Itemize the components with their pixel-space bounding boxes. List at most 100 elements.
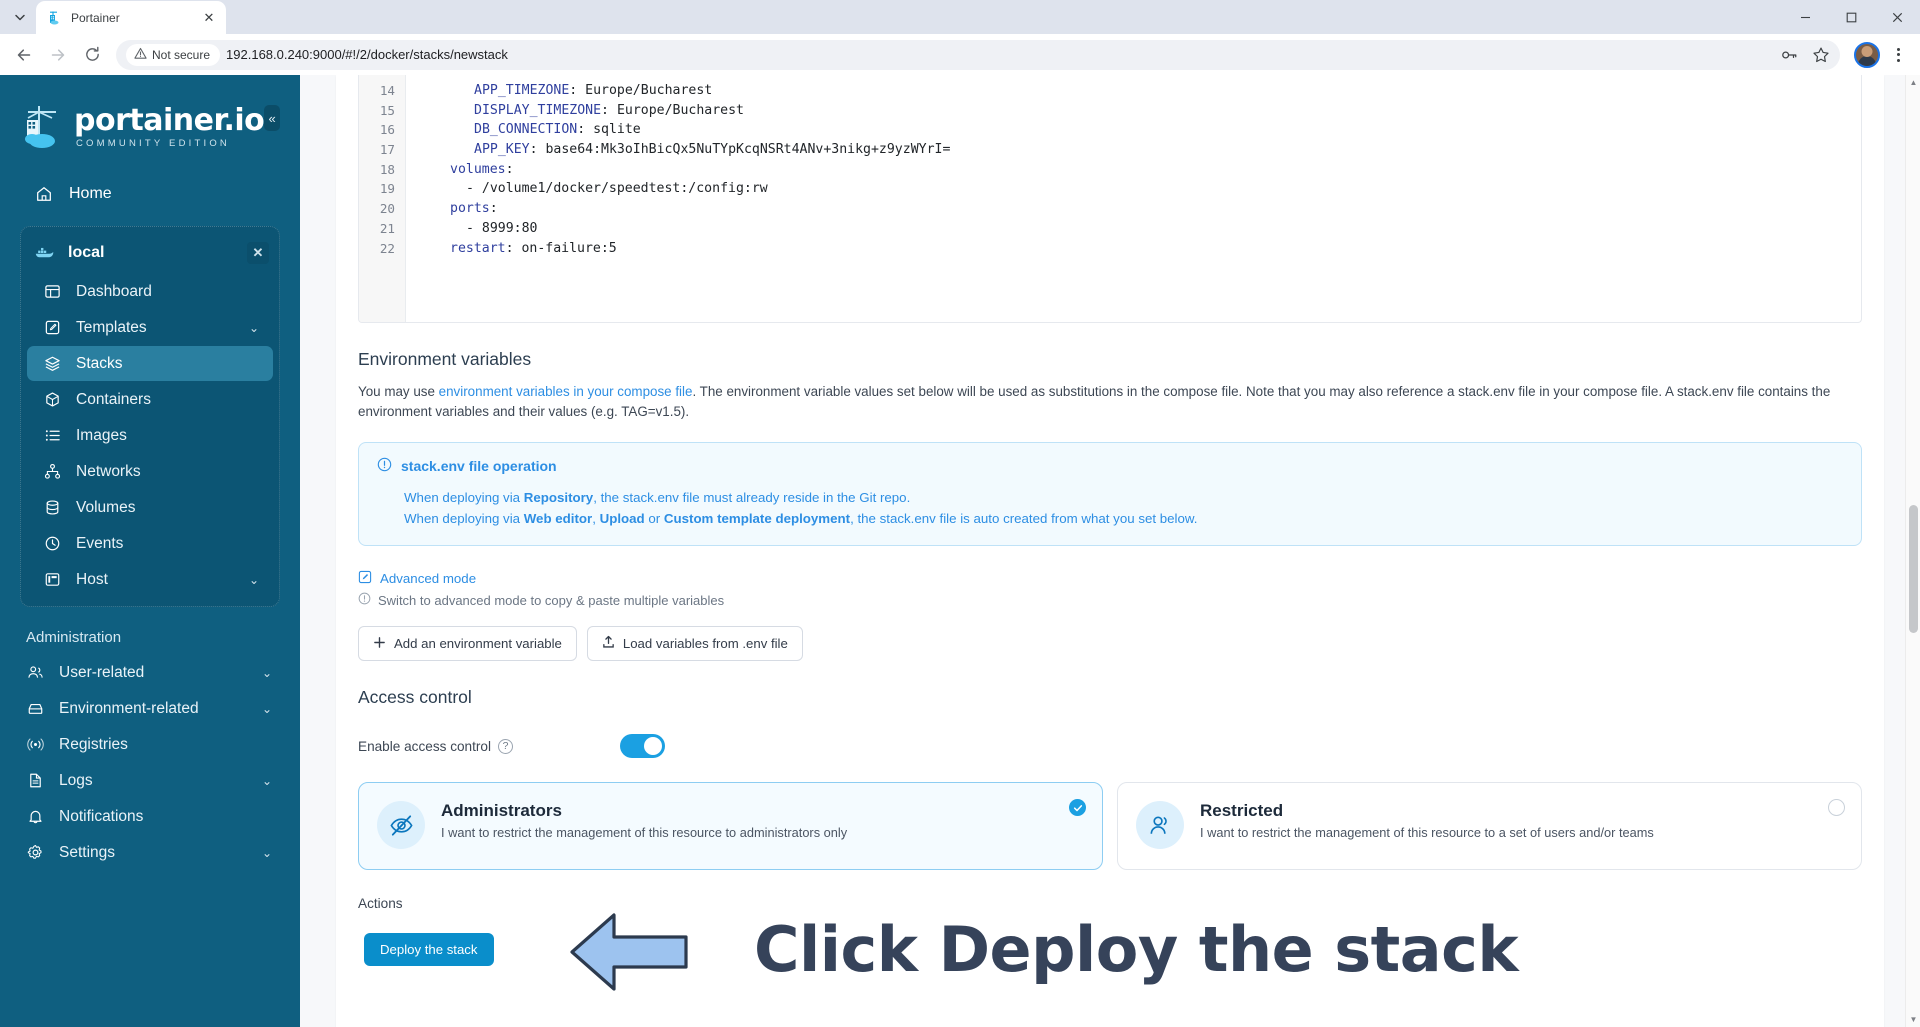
stack-form-card: 14 APP_TIMEZONE: Europe/Bucharest 15 DIS… <box>336 75 1884 1027</box>
sidebar-item-stacks[interactable]: Stacks <box>27 346 273 381</box>
url-text[interactable]: 192.168.0.240:9000/#!/2/docker/stacks/ne… <box>226 47 1770 62</box>
sidebar-logo[interactable]: portainer.io COMMUNITY EDITION « <box>0 97 300 157</box>
key-icon[interactable] <box>1776 42 1802 68</box>
compose-code-editor[interactable]: 14 APP_TIMEZONE: Europe/Bucharest 15 DIS… <box>358 75 1862 323</box>
sidebar-collapse-button[interactable]: « <box>264 105 280 131</box>
avatar[interactable] <box>1854 41 1880 68</box>
chevron-down-icon[interactable]: ⌄ <box>262 666 272 680</box>
address-bar[interactable]: Not secure 192.168.0.240:9000/#!/2/docke… <box>116 39 1840 70</box>
sidebar-item-user-related[interactable]: User-related ⌄ <box>14 655 286 690</box>
sidebar-item-home[interactable]: Home <box>22 175 278 212</box>
sidebar-item-label: User-related <box>59 663 145 681</box>
access-option-radio[interactable] <box>1828 799 1845 816</box>
tab-search-button[interactable] <box>6 3 34 31</box>
line2-b: Web editor <box>523 511 593 526</box>
main-content: 14 APP_TIMEZONE: Europe/Bucharest 15 DIS… <box>300 75 1920 1027</box>
access-option-title: Administrators <box>441 801 562 820</box>
enable-access-control-label: Enable access control ? <box>358 738 620 754</box>
sidebar-item-label: Containers <box>76 390 151 408</box>
code-line: 18 volumes: <box>359 160 1861 180</box>
infobox-header: stack.env file operation <box>377 457 1843 475</box>
environment-box-icon <box>26 699 45 718</box>
deploy-the-stack-button[interactable]: Deploy the stack <box>364 933 494 966</box>
sidebar-environment-header[interactable]: local ✕ <box>21 233 279 273</box>
code-value: sqlite <box>593 122 641 138</box>
line2-e: or <box>644 511 664 526</box>
chevron-down-icon[interactable]: ⌄ <box>249 321 259 335</box>
access-option-restricted[interactable]: Restricted I want to restrict the manage… <box>1117 782 1862 870</box>
code-key: restart <box>450 240 506 256</box>
load-variables-from-env-file-button[interactable]: Load variables from .env file <box>586 626 803 661</box>
editor-lines: 14 APP_TIMEZONE: Europe/Bucharest 15 DIS… <box>359 75 1861 258</box>
window-minimize-button[interactable] <box>1782 0 1828 34</box>
compose-file-link[interactable]: environment variables in your compose fi… <box>439 384 693 399</box>
code-sep: : <box>489 201 498 217</box>
code-value: - 8999:80 <box>466 220 538 236</box>
chevron-down-icon[interactable]: ⌄ <box>262 774 272 788</box>
code-sep: : <box>529 142 546 158</box>
tab-title: Portainer <box>71 10 120 25</box>
code-line: 15 DISPLAY_TIMEZONE: Europe/Bucharest <box>359 101 1861 121</box>
sidebar-item-host[interactable]: Host ⌄ <box>27 562 273 597</box>
access-option-desc: I want to restrict the management of thi… <box>1200 825 1654 840</box>
sidebar-item-environment-related[interactable]: Environment-related ⌄ <box>14 691 286 726</box>
page-viewport: portainer.io COMMUNITY EDITION « Home lo… <box>0 75 1920 1027</box>
forward-button[interactable] <box>42 39 74 71</box>
reload-button[interactable] <box>76 39 108 71</box>
scroll-thumb[interactable] <box>1909 505 1918 633</box>
add-environment-variable-button[interactable]: Add an environment variable <box>358 626 577 661</box>
access-option-selected-check-icon[interactable] <box>1069 799 1086 816</box>
sidebar-item-registries[interactable]: Registries <box>14 727 286 762</box>
sidebar-item-label: Home <box>69 184 112 202</box>
tab-close-icon[interactable]: ✕ <box>200 9 218 27</box>
sidebar-item-events[interactable]: Events <box>27 526 273 561</box>
star-icon[interactable] <box>1808 42 1834 68</box>
browser-chrome: Portainer ✕ Not secure 192.168.0.240:900… <box>0 0 1920 75</box>
site-security-badge[interactable]: Not secure <box>126 43 221 66</box>
sidebar-item-images[interactable]: Images <box>27 418 273 453</box>
question-circle-icon[interactable]: ? <box>498 738 513 754</box>
line2-c: , <box>592 511 600 526</box>
line2-d: Upload <box>599 511 645 526</box>
close-icon[interactable]: ✕ <box>247 242 269 264</box>
code-value: Europe/Bucharest <box>616 102 744 118</box>
advanced-mode-toggle[interactable]: Advanced mode <box>358 570 476 587</box>
sidebar-item-templates[interactable]: Templates ⌄ <box>27 310 273 345</box>
sidebar-item-dashboard[interactable]: Dashboard <box>27 274 273 309</box>
access-option-text: Administrators I want to restrict the ma… <box>441 801 847 849</box>
scroll-down-arrow[interactable]: ▼ <box>1906 1012 1920 1027</box>
back-button[interactable] <box>8 39 40 71</box>
info-circle-icon <box>358 592 371 608</box>
page-scrollbar[interactable]: ▲ ▼ <box>1905 75 1920 1027</box>
window-maximize-button[interactable] <box>1828 0 1874 34</box>
kebab-menu-icon[interactable] <box>1884 41 1912 69</box>
access-option-administrators[interactable]: Administrators I want to restrict the ma… <box>358 782 1103 870</box>
env-variable-buttons: Add an environment variable Load variabl… <box>358 626 1862 661</box>
environment-variables-description: You may use environment variables in you… <box>358 382 1862 422</box>
sidebar-item-label: Images <box>76 426 127 444</box>
sidebar-item-volumes[interactable]: Volumes <box>27 490 273 525</box>
sidebar-item-settings[interactable]: Settings ⌄ <box>14 835 286 870</box>
enable-access-control-toggle[interactable] <box>620 734 665 758</box>
sidebar-item-logs[interactable]: Logs ⌄ <box>14 763 286 798</box>
chevron-down-icon[interactable]: ⌄ <box>249 573 259 587</box>
code-sep: : <box>505 240 522 256</box>
code-sep: : <box>601 102 617 118</box>
sidebar-environment-label: local <box>68 244 105 261</box>
code-value: on-failure:5 <box>521 240 617 256</box>
line-number: 20 <box>379 201 395 217</box>
code-key: APP_KEY <box>474 142 530 158</box>
button-label: Load variables from .env file <box>622 636 788 651</box>
enable-access-control-row: Enable access control ? <box>358 734 1862 758</box>
sidebar-item-notifications[interactable]: Notifications <box>14 799 286 834</box>
chevron-down-icon[interactable]: ⌄ <box>262 846 272 860</box>
window-close-button[interactable] <box>1874 0 1920 34</box>
toggle-label-text: Enable access control <box>358 738 491 754</box>
chevron-down-icon[interactable]: ⌄ <box>262 702 272 716</box>
browser-tab[interactable]: Portainer ✕ <box>36 1 226 34</box>
line-number: 22 <box>379 240 395 256</box>
sidebar-item-containers[interactable]: Containers <box>27 382 273 417</box>
sidebar-item-networks[interactable]: Networks <box>27 454 273 489</box>
scroll-up-arrow[interactable]: ▲ <box>1906 75 1920 90</box>
sidebar-item-label: Networks <box>76 462 141 480</box>
